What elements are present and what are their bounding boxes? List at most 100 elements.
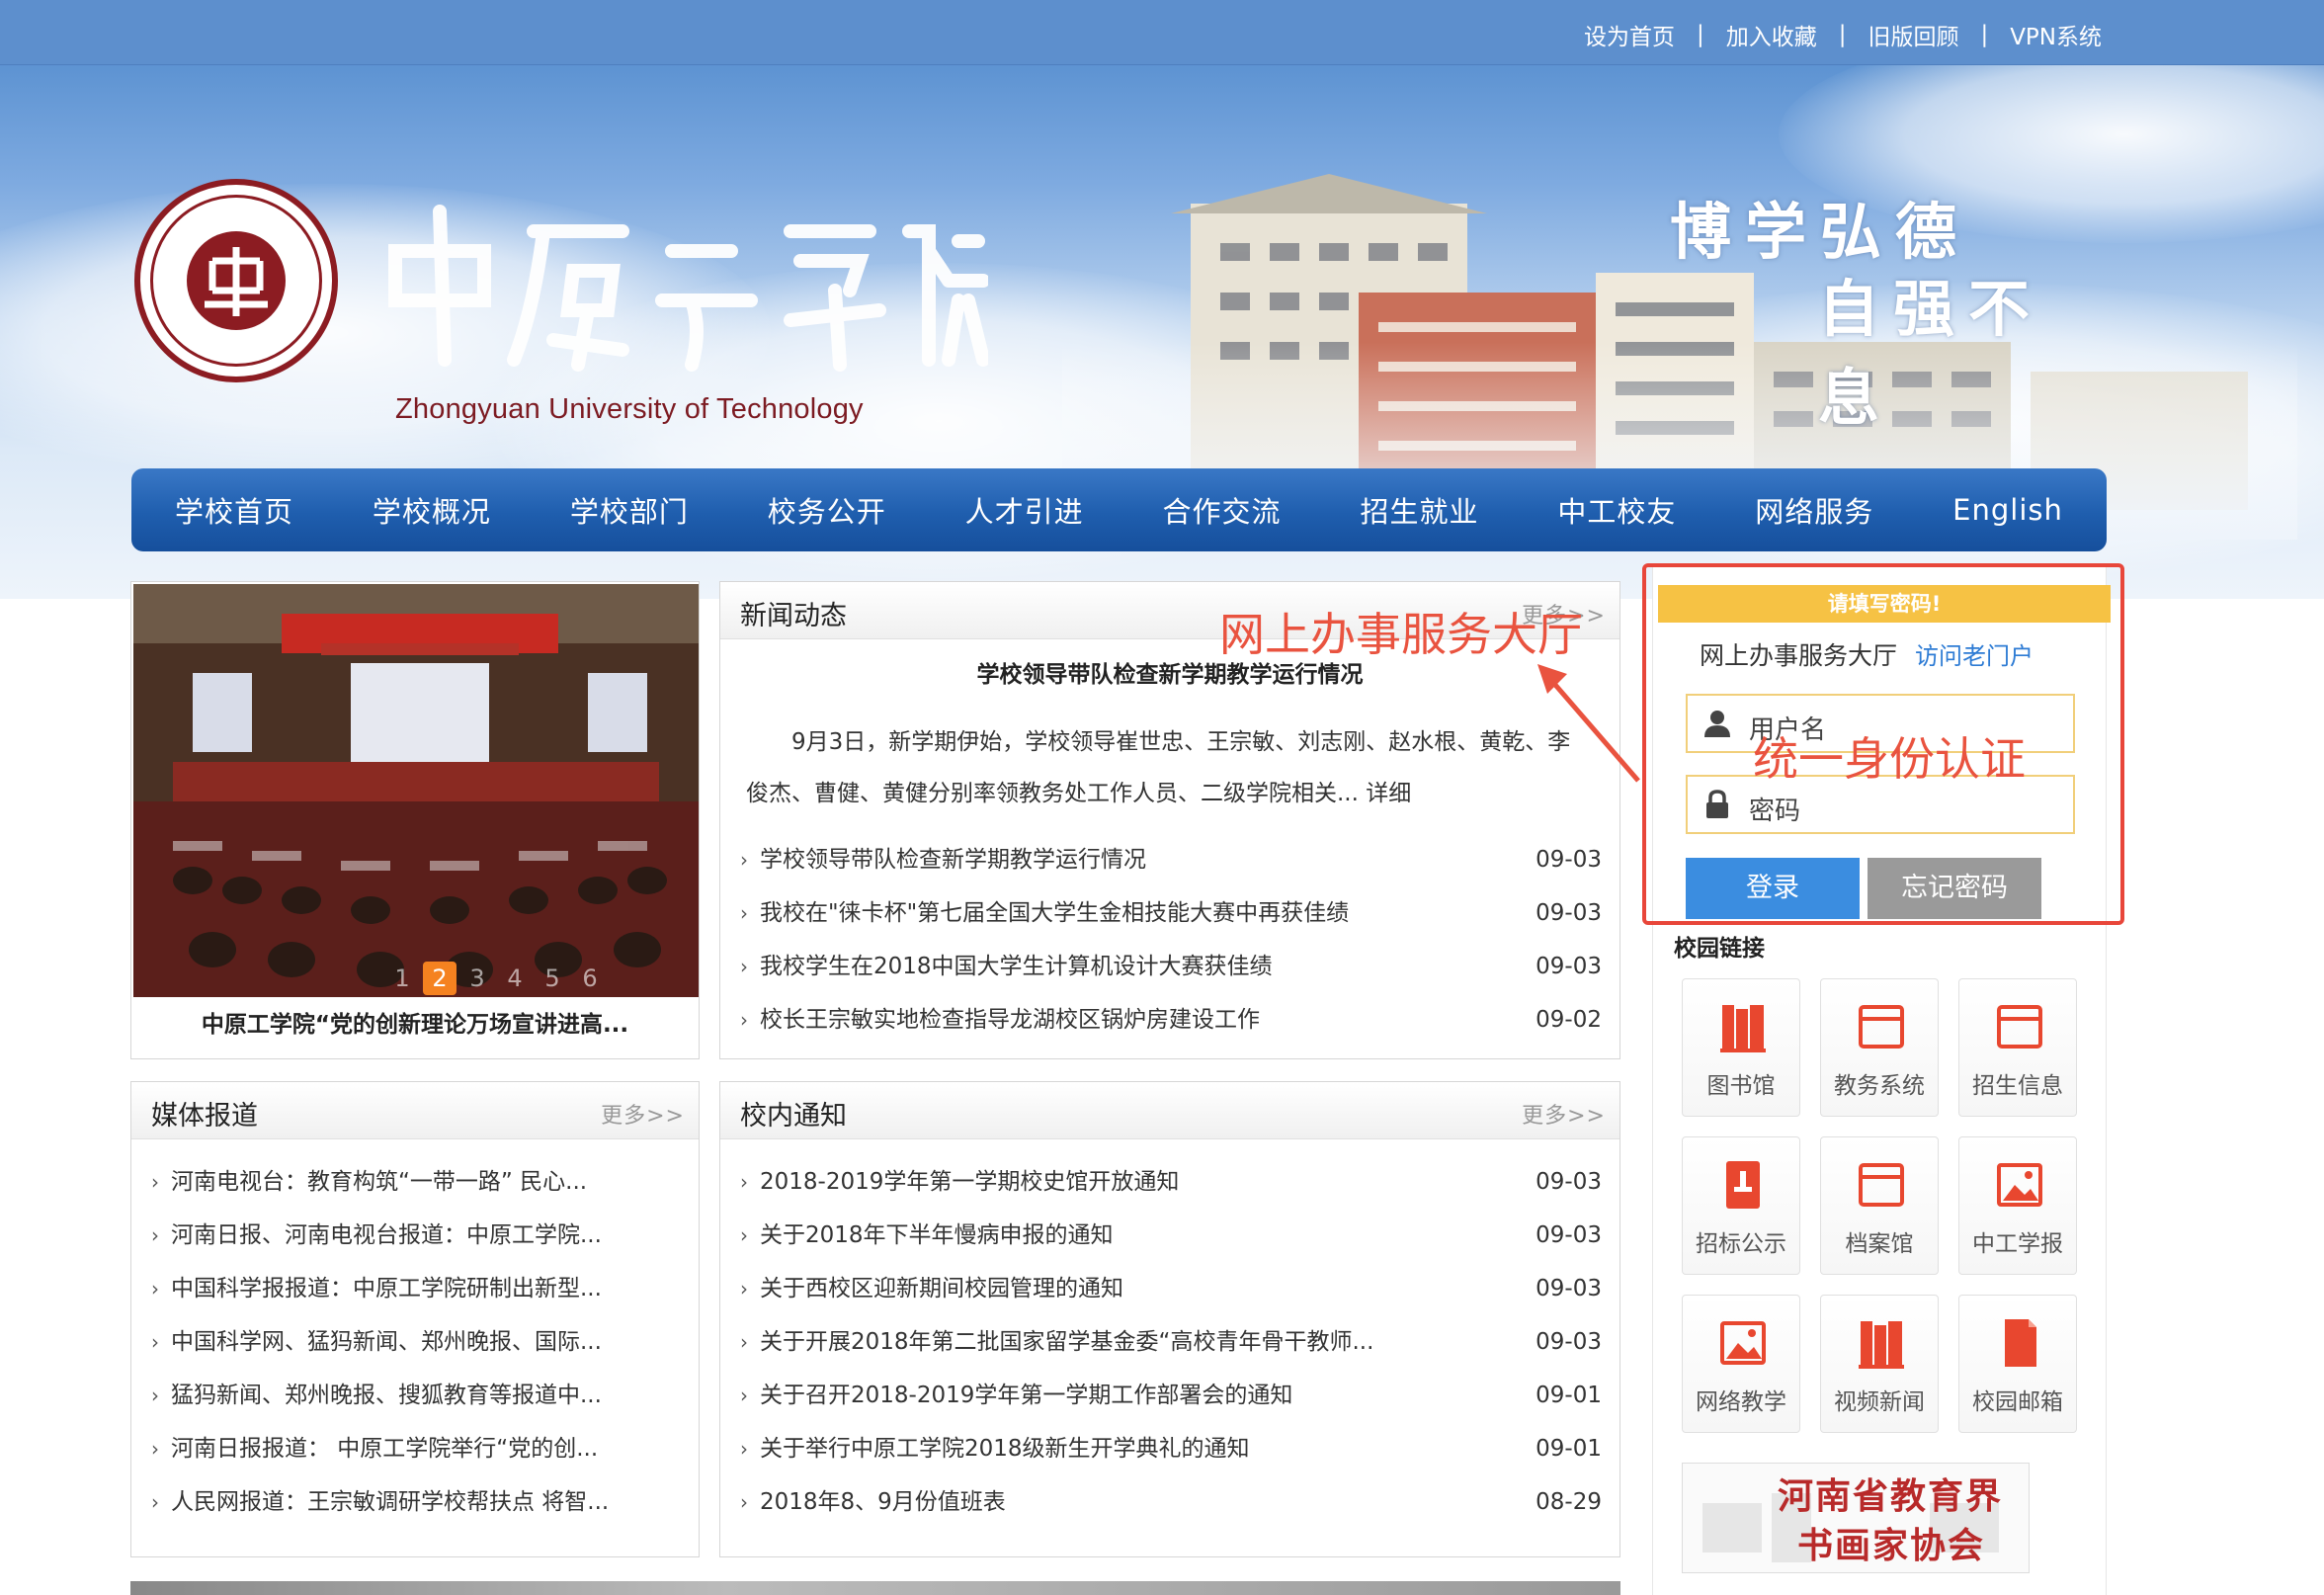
list-item[interactable]: › 关于召开2018-2019学年第一学期工作部署会的通知 09-01 [720,1369,1619,1422]
seal-core [187,231,286,330]
slider-dot[interactable]: 6 [573,962,607,995]
old-portal-link[interactable]: 访问老门户 [1915,642,2034,670]
tile-bidding[interactable]: 招标公示 [1682,1136,1800,1275]
list-item-text: 校长王宗敏实地检查指导龙湖校区锅炉房建设工作 [760,1007,1260,1033]
media-more-link[interactable]: 更多>> [601,1098,685,1130]
tile-label: 招生信息 [1972,1073,2063,1099]
list-item-date: 09-03 [1536,900,1602,926]
list-item-text: 2018-2019学年第一学期校史馆开放通知 [760,1169,1180,1195]
nav-alumni[interactable]: 中工校友 [1557,489,1676,531]
tile-online-teaching[interactable]: 网络教学 [1682,1295,1800,1433]
chevron-right-icon: › [740,1437,748,1461]
slider-caption[interactable]: 中原工学院“党的创新理论万场宣讲进高... [131,1005,699,1039]
news-summary-text: 9月3日，新学期伊始，学校领导崔世忠、王宗敏、刘志刚、赵水根、黄乾、李俊杰、曹健… [746,729,1571,806]
chevron-right-icon: › [740,1277,748,1301]
motto-line-2: 自强不息 [1818,273,2044,434]
annotation-service-hall: 网上办事服务大厅 [1219,608,1583,661]
separator: | [1838,22,1847,47]
list-item[interactable]: › 人民网报道：王宗敏调研学校帮扶点 将智... [131,1475,699,1529]
list-item[interactable]: › 中国科学报报道：中原工学院研制出新型... [131,1262,699,1315]
old-version-link[interactable]: 旧版回顾 [1868,18,1958,51]
chevron-right-icon: › [151,1490,159,1514]
list-item[interactable]: › 关于开展2018年第二批国家留学基金委“高校青年骨干教师... 09-03 [720,1315,1619,1369]
password-placeholder: 密码 [1749,797,1801,826]
nav-network[interactable]: 网络服务 [1755,489,1873,531]
slider-dot-active[interactable]: 2 [423,962,456,995]
forgot-password-button[interactable]: 忘记密码 [1868,858,2041,919]
video-news-icon [1859,1321,1904,1369]
nav-english[interactable]: English [1952,493,2063,527]
nav-admission[interactable]: 招生就业 [1360,489,1478,531]
login-button[interactable]: 登录 [1686,858,1860,919]
slider-dot[interactable]: 4 [498,962,532,995]
mail-icon [2005,1319,2036,1367]
list-item-date: 09-02 [1536,1007,1602,1033]
notice-title: 校内通知 [740,1101,847,1132]
tile-video-news[interactable]: 视频新闻 [1820,1295,1939,1433]
slider-photo[interactable]: 1 2 3 4 5 6 [133,584,699,997]
slider-dot[interactable]: 5 [536,962,569,995]
slider-dot[interactable]: 3 [460,962,494,995]
list-item[interactable]: › 我校学生在2018中国大学生计算机设计大赛获佳绩 09-03 [720,940,1619,993]
vpn-link[interactable]: VPN系统 [2010,18,2102,51]
tile-label: 招标公示 [1696,1231,1786,1257]
service-hall-label: 网上办事服务大厅 [1700,641,1898,670]
notice-list: › 2018-2019学年第一学期校史馆开放通知 09-03 › 关于2018年下半年… [720,1155,1619,1529]
list-item[interactable]: › 2018年8、9月份值班表 08-29 [720,1475,1619,1529]
list-item[interactable]: › 河南电视台：教育构筑“一带一路” 民心... [131,1155,699,1209]
tile-journal[interactable]: 中工学报 [1958,1136,2077,1275]
list-item[interactable]: › 关于2018年下半年慢病申报的通知 09-03 [720,1209,1619,1262]
list-item[interactable]: › 关于西校区迎新期间校园管理的通知 09-03 [720,1262,1619,1315]
list-item[interactable]: › 河南日报、河南电视台报道：中原工学院... [131,1209,699,1262]
chevron-right-icon: › [151,1437,159,1461]
separator: | [1696,22,1704,47]
set-homepage-link[interactable]: 设为首页 [1584,18,1675,51]
slider-dot[interactable]: 1 [385,962,419,995]
list-item-date: 09-01 [1536,1383,1602,1408]
list-item[interactable]: › 我校在"徕卡杯"第七届全国大学生金相技能大赛中再获佳绩 09-03 [720,886,1619,940]
list-item-text: 河南电视台：教育构筑“一带一路” 民心... [171,1169,588,1195]
list-item[interactable]: › 关于举行中原工学院2018级新生开学典礼的通知 09-01 [720,1422,1619,1475]
nav-overview[interactable]: 学校概况 [373,489,491,531]
list-item[interactable]: › 河南日报报道： 中原工学院举行“党的创... [131,1422,699,1475]
list-item[interactable]: › 2018-2019学年第一学期校史馆开放通知 09-03 [720,1155,1619,1209]
list-item[interactable]: › 学校领导带队检查新学期教学运行情况 09-03 [720,833,1619,886]
news-detail-link[interactable]: 详细 [1366,781,1411,806]
nav-departments[interactable]: 学校部门 [570,489,689,531]
tile-label: 图书馆 [1706,1073,1776,1099]
nav-home[interactable]: 学校首页 [175,489,293,531]
list-item[interactable]: › 中国科学网、猛犸新闻、郑州晚报、国际... [131,1315,699,1369]
nav-talent[interactable]: 人才引进 [965,489,1084,531]
annotation-arrow-icon [1537,664,1640,783]
list-item-date: 09-03 [1536,1169,1602,1195]
media-panel: 媒体报道 更多>> › 河南电视台：教育构筑“一带一路” 民心... › 河南日报、… [130,1081,700,1557]
notice-more-link[interactable]: 更多>> [1522,1098,1606,1130]
online-teaching-icon [1720,1321,1766,1365]
tile-label: 中工学报 [1972,1231,2063,1257]
list-item-date: 09-03 [1536,1222,1602,1248]
news-summary: 9月3日，新学期伊始，学校领导崔世忠、王宗敏、刘志刚、赵水根、黄乾、李俊杰、曹健… [746,716,1580,819]
chevron-right-icon: › [151,1170,159,1194]
calligraphy-association-banner[interactable]: 河南省教育界 书画家协会 [1682,1463,2030,1573]
tile-campus-mail[interactable]: 校园邮箱 [1958,1295,2077,1433]
university-seal-logo [134,179,338,382]
tile-library[interactable]: 图书馆 [1682,978,1800,1117]
nav-cooperation[interactable]: 合作交流 [1163,489,1282,531]
tile-academic-system[interactable]: 教务系统 [1820,978,1939,1117]
school-motto: 博学弘德 自强不息 [1660,182,2105,434]
list-item[interactable]: › 校长王宗敏实地检查指导龙湖校区锅炉房建设工作 09-02 [720,993,1619,1047]
media-title: 媒体报道 [151,1101,258,1132]
list-item-text: 关于举行中原工学院2018级新生开学典礼的通知 [760,1436,1250,1462]
tile-archive[interactable]: 档案馆 [1820,1136,1939,1275]
photo-slider: 1 2 3 4 5 6 中原工学院“党的创新理论万场宣讲进高... [130,581,700,1059]
list-item-date: 09-03 [1536,954,1602,979]
chevron-right-icon: › [740,901,748,925]
university-calligraphy-logo [388,205,988,372]
list-item-text: 关于召开2018-2019学年第一学期工作部署会的通知 [760,1383,1293,1408]
nav-affairs[interactable]: 校务公开 [768,489,886,531]
admission-icon [1997,1005,2042,1049]
list-item[interactable]: › 猛犸新闻、郑州晚报、搜狐教育等报道中... [131,1369,699,1422]
tile-admission[interactable]: 招生信息 [1958,978,2077,1117]
chevron-right-icon: › [740,1170,748,1194]
add-favorite-link[interactable]: 加入收藏 [1726,18,1817,51]
